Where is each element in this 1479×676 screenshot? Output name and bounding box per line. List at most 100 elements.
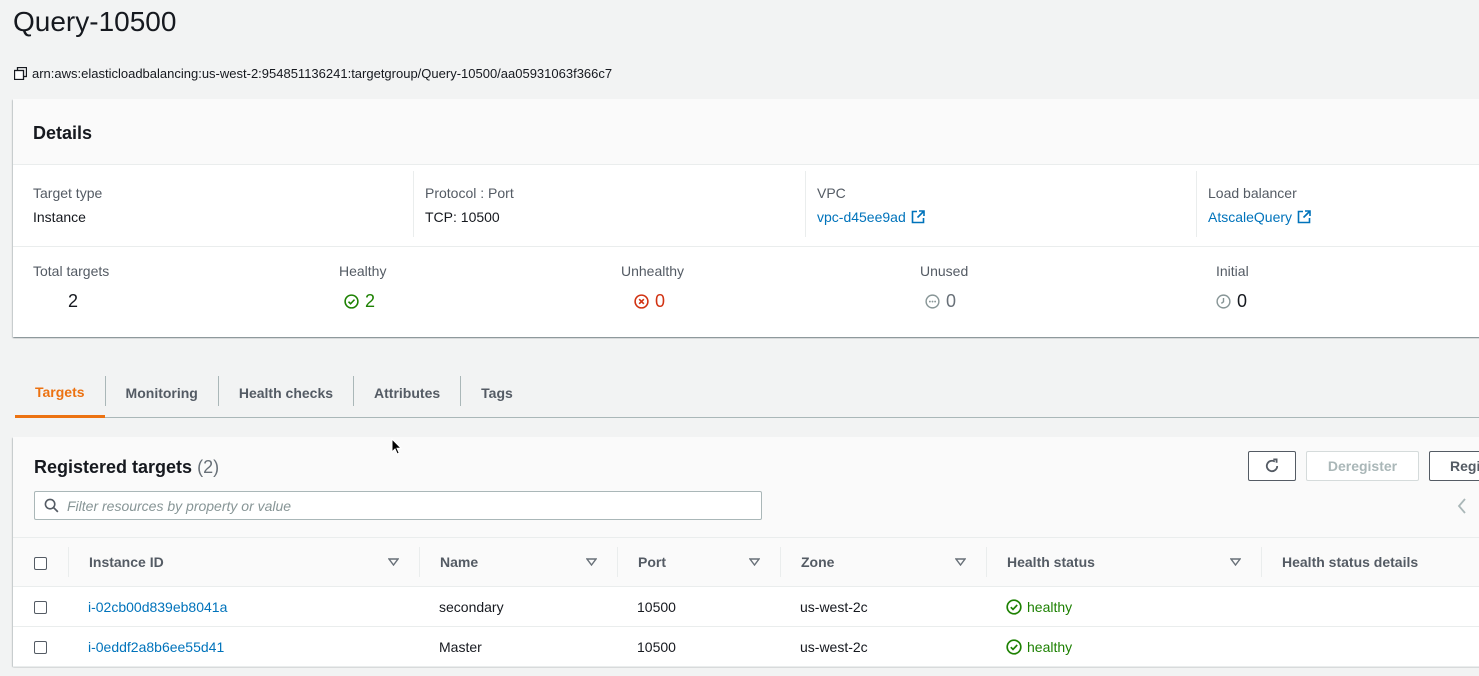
col-port-label: Port [638,554,666,570]
table-row[interactable]: i-02cb00d839eb8041a secondary 10500 us-w… [13,586,1479,627]
zone-cell: us-west-2c [780,626,986,667]
health-status-text: healthy [1027,598,1073,615]
target-type-field: Target type Instance [13,171,413,237]
load-balancer-link-text[interactable]: AtscaleQuery [1208,209,1292,225]
protocol-port-field: Protocol : Port TCP: 10500 [413,171,805,237]
col-instance-id-label: Instance ID [89,554,164,570]
col-zone[interactable]: Zone [780,537,986,587]
mouse-cursor-icon [391,438,402,455]
tab-tags[interactable]: Tags [461,368,533,418]
refresh-icon [1265,458,1279,473]
instance-id-link[interactable]: i-02cb00d839eb8041a [88,599,227,615]
sort-icon[interactable] [388,558,399,566]
clock-icon [1216,294,1231,309]
external-link-icon [911,210,925,224]
row-checkbox[interactable] [34,641,47,655]
healthy-count: Healthy 2 [339,247,386,312]
arn-text: arn:aws:elasticloadbalancing:us-west-2:9… [32,66,613,81]
sort-icon[interactable] [1230,558,1241,566]
unused-label: Unused [920,263,969,279]
health-status-text: healthy [1027,638,1073,655]
row-checkbox[interactable] [34,601,47,615]
filter-input[interactable] [67,497,747,514]
load-balancer-link[interactable]: AtscaleQuery [1208,209,1479,225]
unhealthy-value-row: 0 [621,291,684,312]
registered-targets-count: (2) [197,457,220,477]
vpc-label: VPC [817,185,846,201]
tab-targets[interactable]: Targets [15,368,105,418]
search-icon [44,498,59,513]
health-details-cell [1261,626,1479,667]
sort-icon[interactable] [586,558,597,566]
initial-value: 0 [1237,291,1248,311]
healthy-value: 2 [365,291,376,311]
col-name[interactable]: Name [419,537,617,587]
page-title: Query-10500 [13,6,177,37]
col-health-status-details[interactable]: Health status details [1261,537,1479,587]
vpc-link[interactable]: vpc-d45ee9ad [817,209,1196,225]
target-counts: Total targets 2 Healthy 2 Unhealthy 0 Un… [13,247,1479,337]
col-name-label: Name [440,554,479,570]
unused-value-row: 0 [920,291,968,312]
col-port[interactable]: Port [617,537,780,587]
name-cell: secondary [419,586,617,627]
col-zone-label: Zone [801,554,835,570]
unhealthy-count: Unhealthy 0 [621,247,684,312]
vpc-link-text[interactable]: vpc-d45ee9ad [817,209,906,225]
col-health-status-details-label: Health status details [1282,554,1419,570]
name-cell: Master [419,626,617,667]
deregister-button[interactable]: Deregister [1306,451,1419,481]
sort-icon[interactable] [955,558,966,566]
health-status: healthy [1006,599,1261,615]
total-targets: Total targets 2 [33,247,109,312]
registered-targets-header: Registered targets (2) Deregister Regi [13,437,1479,537]
tab-monitoring[interactable]: Monitoring [106,368,218,418]
details-panel: Details Target type Instance Protocol : … [13,99,1479,337]
health-details-cell [1261,586,1479,627]
external-link-icon [1297,210,1311,224]
col-instance-id[interactable]: Instance ID [68,537,419,587]
health-status: healthy [1006,639,1261,655]
target-type-value: Instance [33,209,86,225]
protocol-port-value: TCP: 10500 [425,209,500,225]
table-header-row: Instance ID Name Port Zone Health status… [13,537,1479,587]
initial-count: Initial 0 [1216,247,1249,312]
select-all-header [13,537,68,587]
unhealthy-value: 0 [655,291,666,311]
total-targets-value: 2 [68,291,79,311]
port-cell: 10500 [617,626,780,667]
sort-icon[interactable] [749,558,760,566]
load-balancer-field: Load balancer AtscaleQuery [1196,171,1479,237]
chevron-left-icon[interactable] [1456,497,1468,515]
unused-value: 0 [946,291,957,311]
initial-label: Initial [1216,263,1249,279]
registered-targets-title: Registered targets (2) [34,457,219,478]
arn-row: arn:aws:elasticloadbalancing:us-west-2:9… [14,66,612,81]
zone-cell: us-west-2c [780,586,986,627]
initial-value-row: 0 [1216,291,1249,312]
check-circle-icon [1006,598,1022,615]
refresh-button[interactable] [1248,451,1296,481]
registered-targets-panel: Registered targets (2) Deregister Regi F… [13,437,1479,667]
port-cell: 10500 [617,586,780,627]
tab-bar: Targets Monitoring Health checks Attribu… [15,368,1479,418]
targets-table: Instance ID Name Port Zone Health status… [13,537,1479,667]
check-circle-icon [1006,638,1022,655]
select-all-checkbox[interactable] [34,556,47,570]
registered-targets-title-text: Registered targets [34,457,193,477]
col-health-status[interactable]: Health status [986,537,1261,587]
tab-health-checks[interactable]: Health checks [219,368,353,418]
dots-circle-icon [925,294,940,309]
details-attributes: Target type Instance Protocol : Port TCP… [13,171,1479,247]
target-type-label: Target type [33,185,103,201]
total-targets-label: Total targets [33,263,110,279]
load-balancer-label: Load balancer [1208,185,1297,201]
instance-id-link[interactable]: i-0eddf2a8b6ee55d41 [88,639,224,655]
filter-box [34,491,762,520]
tab-attributes[interactable]: Attributes [354,368,460,418]
copy-icon[interactable] [14,67,27,80]
protocol-port-label: Protocol : Port [425,185,514,201]
table-row[interactable]: i-0eddf2a8b6ee55d41 Master 10500 us-west… [13,626,1479,667]
register-targets-button[interactable]: Regi [1429,451,1479,481]
x-circle-icon [634,294,649,309]
